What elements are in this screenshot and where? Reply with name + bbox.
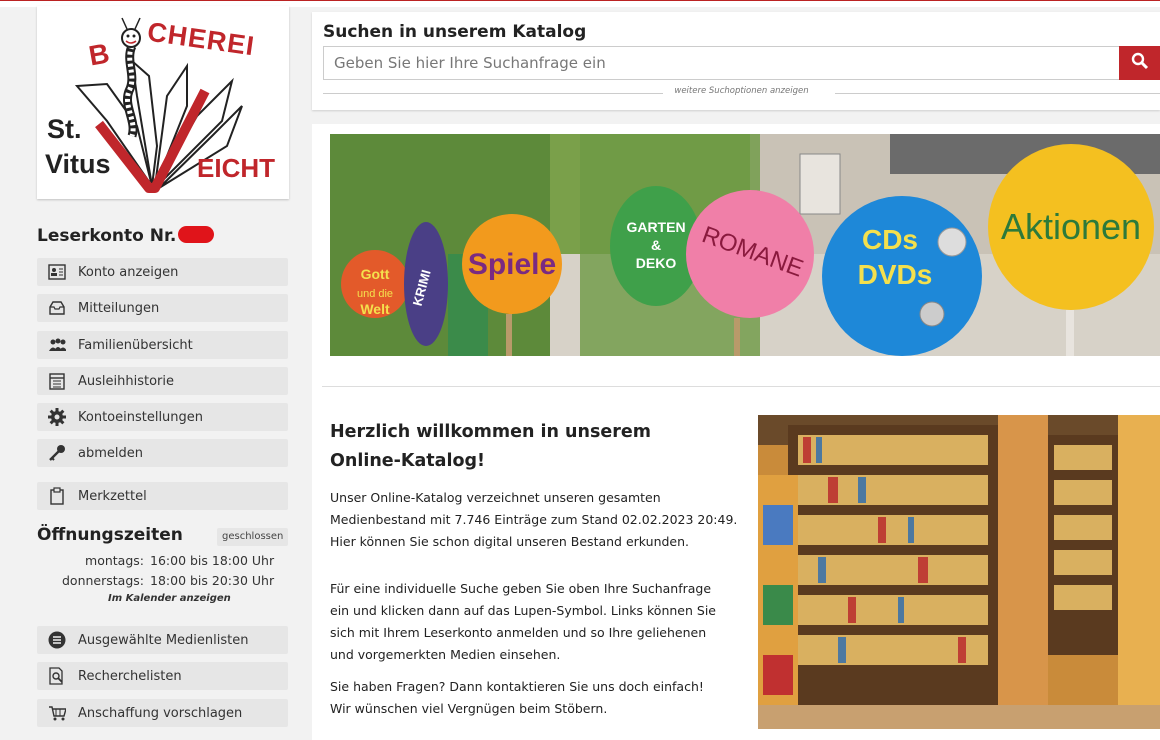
more-search-options-label[interactable]: weitere Suchoptionen anzeigen — [323, 86, 1160, 96]
search-document-icon — [48, 667, 66, 685]
inbox-icon — [48, 299, 66, 317]
search-panel: Suchen in unserem Katalog weitere Suchop… — [312, 12, 1160, 110]
menu-mitteilungen[interactable]: Mitteilungen — [37, 294, 288, 322]
welcome-paragraph-2: Für eine individuelle Suche geben Sie ob… — [330, 581, 716, 662]
welcome-heading: Herzlich willkommen in unserem Online-Ka… — [330, 422, 651, 471]
key-icon — [48, 444, 66, 462]
status-badge: geschlossen — [217, 528, 289, 546]
main-content: Gott und die Welt KRIMI Spiele GARTEN & … — [312, 124, 1160, 740]
menu-label: Ausleihhistorie — [78, 373, 174, 389]
content-divider — [322, 386, 1160, 387]
welcome-paragraph-3-line-1: Sie haben Fragen? Dann kontaktieren Sie … — [330, 679, 704, 694]
menu-familienuebersicht[interactable]: Familienübersicht — [37, 331, 288, 359]
hours-day-monday: montags: — [85, 553, 144, 568]
menu-medienlisten[interactable]: Ausgewählte Medienlisten — [37, 626, 288, 654]
hours-time-thursday: 18:00 bis 20:30 Uhr — [150, 573, 275, 588]
search-button[interactable] — [1119, 46, 1160, 80]
opening-hours-title: Öffnungszeiten — [37, 525, 183, 545]
menu-label: Anschaffung vorschlagen — [78, 705, 243, 721]
svg-text:Spiele: Spiele — [468, 248, 556, 281]
svg-text:und die: und die — [357, 288, 393, 300]
logo-text-vitus: Vitus — [45, 149, 111, 179]
logo-text-eicht: EICHT — [197, 153, 275, 183]
hours-day-thursday: donnerstags: — [62, 573, 144, 588]
library-shelves-photo — [758, 415, 1160, 729]
calendar-link[interactable]: Im Kalender anzeigen — [108, 593, 231, 604]
svg-text:Welt: Welt — [360, 301, 390, 317]
svg-text:GARTEN: GARTEN — [626, 219, 685, 235]
svg-text:CDs: CDs — [862, 224, 918, 255]
menu-label: Mitteilungen — [78, 300, 160, 316]
menu-konto-anzeigen[interactable]: Konto anzeigen — [37, 258, 288, 286]
account-title-text: Leserkonto Nr. — [37, 226, 177, 246]
cart-icon — [48, 704, 66, 722]
svg-text:Aktionen: Aktionen — [1001, 206, 1141, 247]
menu-recherchelisten[interactable]: Recherchelisten — [37, 662, 288, 690]
svg-text:&: & — [651, 237, 661, 253]
gear-icon — [48, 408, 66, 426]
svg-text:DVDs: DVDs — [858, 259, 933, 290]
library-logo[interactable]: B CHEREI St. Vitus EICHT — [37, 6, 289, 199]
banner-image: Gott und die Welt KRIMI Spiele GARTEN & … — [330, 134, 1160, 356]
menu-label: Recherchelisten — [78, 668, 182, 684]
redacted-account-number — [178, 226, 215, 243]
menu-label: Merkzettel — [78, 488, 147, 504]
id-card-icon — [48, 263, 66, 281]
svg-text:Gott: Gott — [361, 266, 390, 282]
menu-kontoeinstellungen[interactable]: Kontoeinstellungen — [37, 403, 288, 431]
menu-label: Ausgewählte Medienlisten — [78, 632, 249, 648]
welcome-paragraph-1: Unser Online-Katalog verzeichnet unseren… — [330, 490, 738, 549]
menu-ausleihhistorie[interactable]: Ausleihhistorie — [37, 367, 288, 395]
menu-label: Familienübersicht — [78, 337, 193, 353]
more-search-options[interactable]: weitere Suchoptionen anzeigen — [323, 86, 1160, 100]
search-input[interactable] — [323, 46, 1120, 80]
logo-text-st: St. — [47, 114, 82, 144]
menu-label: abmelden — [78, 445, 143, 461]
list-circle-icon — [48, 631, 66, 649]
search-title: Suchen in unserem Katalog — [323, 22, 587, 42]
menu-merkzettel[interactable]: Merkzettel — [37, 482, 288, 510]
welcome-paragraph-3: Sie haben Fragen? Dann kontaktieren Sie … — [330, 676, 740, 720]
svg-text:DEKO: DEKO — [636, 255, 677, 271]
menu-label: Kontoeinstellungen — [78, 409, 204, 425]
family-icon — [48, 336, 66, 354]
menu-anschaffung[interactable]: Anschaffung vorschlagen — [37, 699, 288, 727]
clipboard-icon — [48, 487, 66, 505]
welcome-paragraph-3-line-2: Wir wünschen viel Vergnügen beim Stöbern… — [330, 701, 608, 716]
hours-time-monday: 16:00 bis 18:00 Uhr — [150, 553, 275, 568]
menu-label: Konto anzeigen — [78, 264, 179, 280]
account-title: Leserkonto Nr. — [37, 226, 215, 246]
search-icon — [1131, 52, 1149, 74]
menu-abmelden[interactable]: abmelden — [37, 439, 288, 467]
calendar-list-icon — [48, 372, 66, 390]
